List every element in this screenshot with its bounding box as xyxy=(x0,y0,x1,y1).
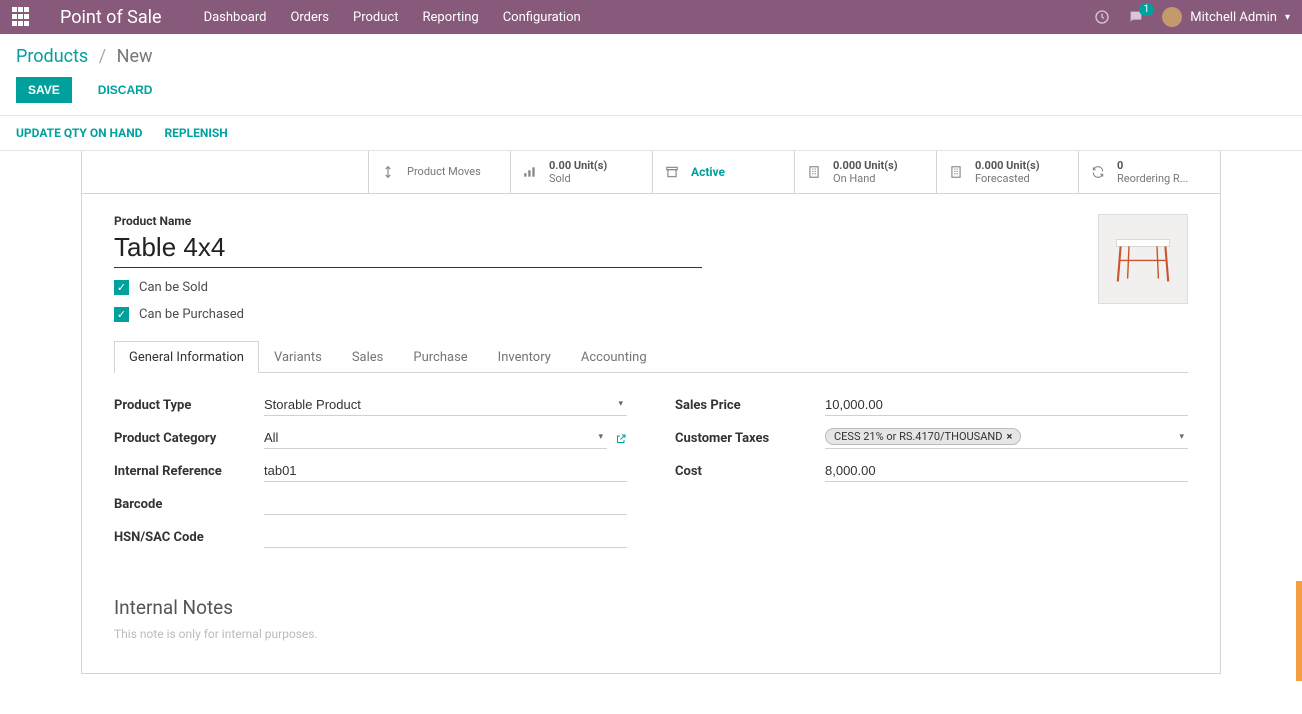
sales-price-label: Sales Price xyxy=(675,398,825,413)
barcode-label: Barcode xyxy=(114,497,264,512)
user-name: Mitchell Admin xyxy=(1190,10,1277,25)
product-name-input[interactable] xyxy=(114,230,702,268)
can-be-purchased-label: Can be Purchased xyxy=(139,307,244,322)
breadcrumb-current: New xyxy=(117,46,153,67)
sheet-wrapper: Product Moves 0.00 Unit(s)Sold Active 0.… xyxy=(0,151,1302,714)
avatar xyxy=(1162,7,1182,27)
internal-notes-placeholder[interactable]: This note is only for internal purposes. xyxy=(114,627,1188,641)
main-menu: Dashboard Orders Product Reporting Confi… xyxy=(204,10,1095,25)
internal-ref-label: Internal Reference xyxy=(114,464,264,479)
stat-forecast-label: Forecasted xyxy=(975,172,1030,185)
breadcrumb: Products / New xyxy=(16,46,1286,67)
product-category-label: Product Category xyxy=(114,431,264,446)
scrollbar[interactable] xyxy=(1296,581,1302,681)
product-category-select[interactable] xyxy=(264,428,607,449)
tax-tag-label: CESS 21% or RS.4170/THOUSAND xyxy=(834,430,1002,443)
stat-sold-value: 0.00 Unit(s) xyxy=(549,159,607,172)
stat-moves-label: Product Moves xyxy=(407,165,481,178)
stat-forecast[interactable]: 0.000 Unit(s)Forecasted xyxy=(936,151,1078,193)
stat-reorder-value: 0 xyxy=(1117,159,1123,172)
stat-product-moves[interactable]: Product Moves xyxy=(368,151,510,193)
bars-icon xyxy=(521,165,539,179)
stat-spacer xyxy=(82,151,368,193)
top-nav: Point of Sale Dashboard Orders Product R… xyxy=(0,0,1302,34)
chevron-down-icon: ▾ xyxy=(1179,432,1184,442)
can-be-sold-checkbox[interactable]: ✓ xyxy=(114,280,129,295)
hsn-label: HSN/SAC Code xyxy=(114,530,264,545)
stat-reorder-label: Reordering R... xyxy=(1117,172,1188,185)
action-bar: Update Qty On Hand Replenish xyxy=(0,116,1302,151)
tab-sales[interactable]: Sales xyxy=(337,341,399,373)
product-image[interactable] xyxy=(1098,214,1188,304)
replenish-button[interactable]: Replenish xyxy=(164,126,227,140)
menu-configuration[interactable]: Configuration xyxy=(503,10,581,25)
left-column: Product Type ▾ Product Category ▾ xyxy=(114,395,627,560)
building-icon xyxy=(947,164,965,180)
cost-label: Cost xyxy=(675,464,825,479)
stat-sold-label: Sold xyxy=(549,172,571,185)
breadcrumb-row: Products / New xyxy=(0,34,1302,73)
customer-taxes-field[interactable]: CESS 21% or RS.4170/THOUSAND × ▾ xyxy=(825,428,1188,449)
product-name-label: Product Name xyxy=(114,214,1188,228)
internal-notes-heading: Internal Notes xyxy=(114,596,1188,619)
user-menu[interactable]: Mitchell Admin ▾ xyxy=(1162,7,1290,27)
tax-tag: CESS 21% or RS.4170/THOUSAND × xyxy=(825,428,1021,445)
stat-buttons: Product Moves 0.00 Unit(s)Sold Active 0.… xyxy=(82,151,1220,194)
building-icon xyxy=(805,164,823,180)
stat-reordering[interactable]: 0Reordering R... xyxy=(1078,151,1220,193)
menu-product[interactable]: Product xyxy=(353,10,398,25)
chevron-down-icon: ▾ xyxy=(1285,12,1290,23)
tab-inventory[interactable]: Inventory xyxy=(483,341,566,373)
menu-reporting[interactable]: Reporting xyxy=(422,10,478,25)
external-link-icon[interactable] xyxy=(615,433,627,445)
can-be-sold-label: Can be Sold xyxy=(139,280,208,295)
product-type-label: Product Type xyxy=(114,398,264,413)
tabs: General Information Variants Sales Purch… xyxy=(114,340,1188,373)
update-qty-button[interactable]: Update Qty On Hand xyxy=(16,126,142,140)
stat-forecast-value: 0.000 Unit(s) xyxy=(975,159,1040,172)
hsn-input[interactable] xyxy=(264,527,627,548)
stat-onhand[interactable]: 0.000 Unit(s)On Hand xyxy=(794,151,936,193)
refresh-icon xyxy=(1089,165,1107,179)
stat-onhand-value: 0.000 Unit(s) xyxy=(833,159,898,172)
breadcrumb-sep: / xyxy=(99,46,106,67)
chat-icon[interactable]: 1 xyxy=(1128,9,1144,25)
stat-active-label: Active xyxy=(691,165,725,179)
nav-right: 1 Mitchell Admin ▾ xyxy=(1094,7,1290,27)
right-column: Sales Price Customer Taxes CESS 21% or R… xyxy=(675,395,1188,560)
sales-price-input[interactable] xyxy=(825,395,1188,416)
tab-variants[interactable]: Variants xyxy=(259,341,337,373)
product-type-select[interactable] xyxy=(264,395,627,416)
discard-button[interactable]: Discard xyxy=(86,77,165,103)
chat-badge: 1 xyxy=(1139,3,1155,16)
cost-input[interactable] xyxy=(825,461,1188,482)
fields-grid: Product Type ▾ Product Category ▾ xyxy=(114,395,1188,560)
archive-icon xyxy=(663,165,681,179)
apps-icon[interactable] xyxy=(12,7,32,27)
form-sheet: Product Moves 0.00 Unit(s)Sold Active 0.… xyxy=(81,151,1221,674)
tab-purchase[interactable]: Purchase xyxy=(398,341,482,373)
clock-icon[interactable] xyxy=(1094,9,1110,25)
can-be-purchased-checkbox[interactable]: ✓ xyxy=(114,307,129,322)
stat-onhand-label: On Hand xyxy=(833,172,875,185)
tax-tag-remove[interactable]: × xyxy=(1006,430,1012,443)
customer-taxes-label: Customer Taxes xyxy=(675,431,825,446)
breadcrumb-root[interactable]: Products xyxy=(16,46,88,67)
internal-ref-input[interactable] xyxy=(264,461,627,482)
menu-dashboard[interactable]: Dashboard xyxy=(204,10,267,25)
control-panel: Save Discard xyxy=(0,73,1302,116)
tab-accounting[interactable]: Accounting xyxy=(566,341,662,373)
menu-orders[interactable]: Orders xyxy=(290,10,329,25)
form-body: Product Name ✓ Can be Sold ✓ Can be Purc… xyxy=(82,194,1220,673)
tab-general-information[interactable]: General Information xyxy=(114,341,259,373)
arrows-icon xyxy=(379,163,397,181)
barcode-input[interactable] xyxy=(264,494,627,515)
stat-active[interactable]: Active xyxy=(652,151,794,193)
save-button[interactable]: Save xyxy=(16,77,72,103)
app-brand: Point of Sale xyxy=(60,7,162,28)
stat-sold[interactable]: 0.00 Unit(s)Sold xyxy=(510,151,652,193)
